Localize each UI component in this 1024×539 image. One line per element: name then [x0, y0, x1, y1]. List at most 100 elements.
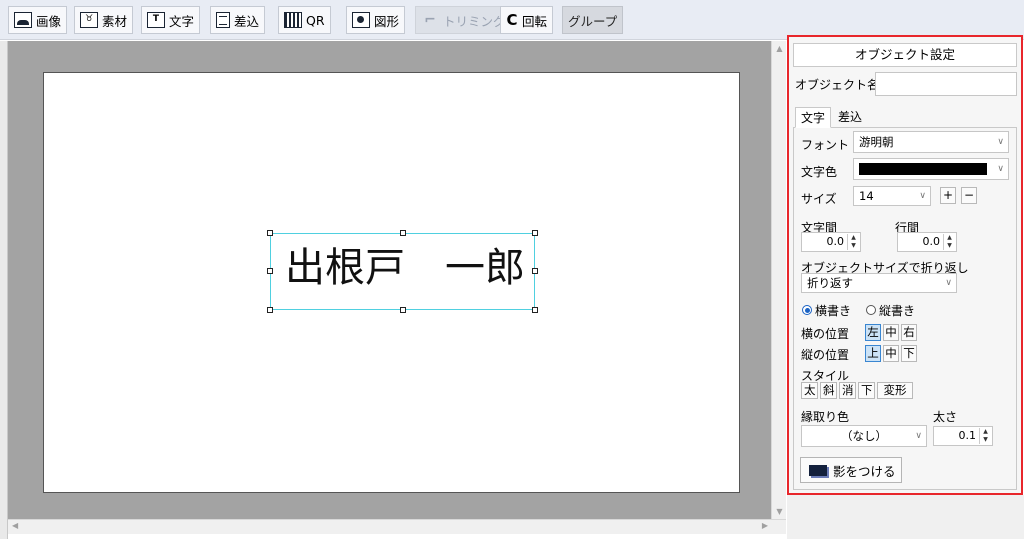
resize-handle-bottom[interactable] [400, 307, 406, 313]
image-button-label: 画像 [36, 13, 62, 29]
chevron-down-icon: ∨ [915, 431, 922, 441]
text-button-label: 文字 [169, 13, 195, 29]
rotate-button[interactable]: C 回転 [500, 6, 554, 34]
resize-handle-top-right[interactable] [532, 230, 538, 236]
chevron-down-icon: ∨ [997, 137, 1004, 147]
rotate-icon: C [506, 11, 518, 29]
char-spacing-value: 0.0 [826, 235, 845, 248]
left-strip [0, 41, 8, 539]
tab-text[interactable]: 文字 [795, 107, 832, 128]
selected-text-object[interactable]: 出根戸 一郎 [267, 230, 538, 313]
merge-button-label: 差込 [234, 13, 260, 29]
chevron-down-icon: ∨ [945, 278, 952, 288]
thickness-value: 0.1 [958, 429, 977, 442]
trim-button-label: トリミング [443, 13, 506, 29]
h-align-left-button[interactable]: 左 [865, 324, 881, 341]
scroll-left-icon[interactable]: ◀ [12, 521, 18, 530]
resize-handle-bottom-right[interactable] [532, 307, 538, 313]
wrap-select-value: 折り返す [807, 276, 853, 290]
chevron-down-icon: ∨ [997, 164, 1004, 174]
size-select[interactable]: 14 ∨ [853, 186, 931, 206]
vertical-scrollbar[interactable]: ▲ ▼ [771, 41, 786, 519]
size-select-value: 14 [859, 189, 874, 203]
crop-icon: ⌐ [424, 12, 436, 28]
object-settings-panel: オブジェクト設定 オブジェクト名 文字 差込 フォント 游明朝 ∨ 文字色 ∨ … [787, 35, 1023, 495]
tab-merge[interactable]: 差込 [833, 107, 867, 128]
bold-button[interactable]: 太 [801, 382, 818, 399]
h-align-center-button[interactable]: 中 [883, 324, 899, 341]
add-shadow-label: 影をつける [833, 463, 896, 479]
outline-color-select[interactable]: （なし） ∨ [801, 425, 927, 447]
scroll-down-icon[interactable]: ▼ [772, 507, 787, 516]
text-color-label: 文字色 [801, 165, 838, 179]
size-increase-button[interactable]: + [940, 187, 956, 204]
canvas-area[interactable]: 出根戸 一郎 [8, 41, 771, 519]
text-color-select[interactable]: ∨ [853, 158, 1009, 180]
text-tab-content: フォント 游明朝 ∨ 文字色 ∨ サイズ 14 ∨ + − 文字間 行間 0.0… [793, 128, 1017, 490]
spinner-arrows-icon[interactable]: ▲ ▼ [847, 234, 859, 250]
shadow-icon [809, 464, 827, 476]
outline-color-label: 縁取り色 [801, 410, 850, 424]
v-align-bottom-button[interactable]: 下 [901, 345, 917, 362]
shape-button-label: 図形 [374, 13, 400, 29]
thickness-spinner[interactable]: 0.1 ▲ ▼ [933, 426, 993, 446]
resize-handle-top-left[interactable] [267, 230, 273, 236]
group-button[interactable]: グループ [562, 6, 624, 34]
object-name-input[interactable] [875, 72, 1017, 96]
scroll-right-icon[interactable]: ▶ [762, 521, 768, 530]
chevron-down-icon: ∨ [919, 191, 926, 201]
underline-button[interactable]: 下 [858, 382, 875, 399]
text-icon: T [147, 12, 165, 28]
image-button[interactable]: 画像 [8, 6, 68, 34]
material-button[interactable]: ♉ 素材 [74, 6, 134, 34]
size-decrease-button[interactable]: − [961, 187, 977, 204]
rotate-button-label: 回転 [522, 13, 548, 29]
text-button[interactable]: T 文字 [141, 6, 201, 34]
h-align-right-button[interactable]: 右 [901, 324, 917, 341]
font-label: フォント [801, 138, 850, 152]
resize-handle-left[interactable] [267, 268, 273, 274]
resize-handle-right[interactable] [532, 268, 538, 274]
size-label: サイズ [801, 192, 837, 206]
horizontal-scrollbar[interactable]: ◀ ▶ [8, 519, 786, 534]
shape-icon [352, 12, 370, 28]
line-spacing-spinner[interactable]: 0.0 ▲ ▼ [897, 232, 957, 252]
font-select-value: 游明朝 [859, 135, 894, 149]
vertical-writing-label: 縦書き [879, 304, 916, 318]
strikethrough-button[interactable]: 消 [839, 382, 856, 399]
vertical-writing-radio[interactable] [866, 305, 876, 315]
spinner-arrows-icon[interactable]: ▲ ▼ [943, 234, 955, 250]
thickness-label: 太さ [933, 410, 958, 424]
char-spacing-spinner[interactable]: 0.0 ▲ ▼ [801, 232, 861, 252]
merge-button[interactable]: 差込 [210, 6, 266, 34]
horizontal-writing-label: 横書き [815, 304, 852, 318]
qr-button[interactable]: QR [278, 6, 331, 34]
resize-handle-bottom-left[interactable] [267, 307, 273, 313]
panel-footer [787, 495, 1024, 539]
card-page[interactable]: 出根戸 一郎 [43, 72, 740, 493]
horizontal-writing-radio[interactable] [802, 305, 812, 315]
v-align-middle-button[interactable]: 中 [883, 345, 899, 362]
qr-button-label: QR [306, 12, 325, 28]
panel-title: オブジェクト設定 [793, 43, 1017, 67]
toolbar: 画像 ♉ 素材 T 文字 差込 QR 図形 ⌐ トリミング C 回転 グループ [0, 0, 1024, 40]
object-name-label: オブジェクト名 [795, 78, 880, 92]
add-shadow-button[interactable]: 影をつける [800, 457, 902, 483]
spinner-arrows-icon[interactable]: ▲ ▼ [979, 428, 991, 444]
image-icon [14, 12, 32, 28]
wrap-select[interactable]: 折り返す ∨ [801, 273, 957, 293]
text-object-content: 出根戸 一郎 [285, 245, 525, 291]
scroll-up-icon[interactable]: ▲ [772, 44, 787, 53]
font-select[interactable]: 游明朝 ∨ [853, 131, 1009, 153]
document-icon [216, 12, 230, 28]
italic-button[interactable]: 斜 [820, 382, 837, 399]
text-color-swatch [859, 163, 987, 175]
v-align-top-button[interactable]: 上 [865, 345, 881, 362]
trim-button[interactable]: ⌐ トリミング [415, 6, 512, 34]
horizontal-position-label: 横の位置 [801, 327, 850, 341]
resize-handle-top[interactable] [400, 230, 406, 236]
qr-code-icon [284, 12, 302, 28]
outline-color-value: （なし） [841, 429, 887, 443]
transform-button[interactable]: 変形 [877, 382, 913, 399]
shape-button[interactable]: 図形 [346, 6, 406, 34]
